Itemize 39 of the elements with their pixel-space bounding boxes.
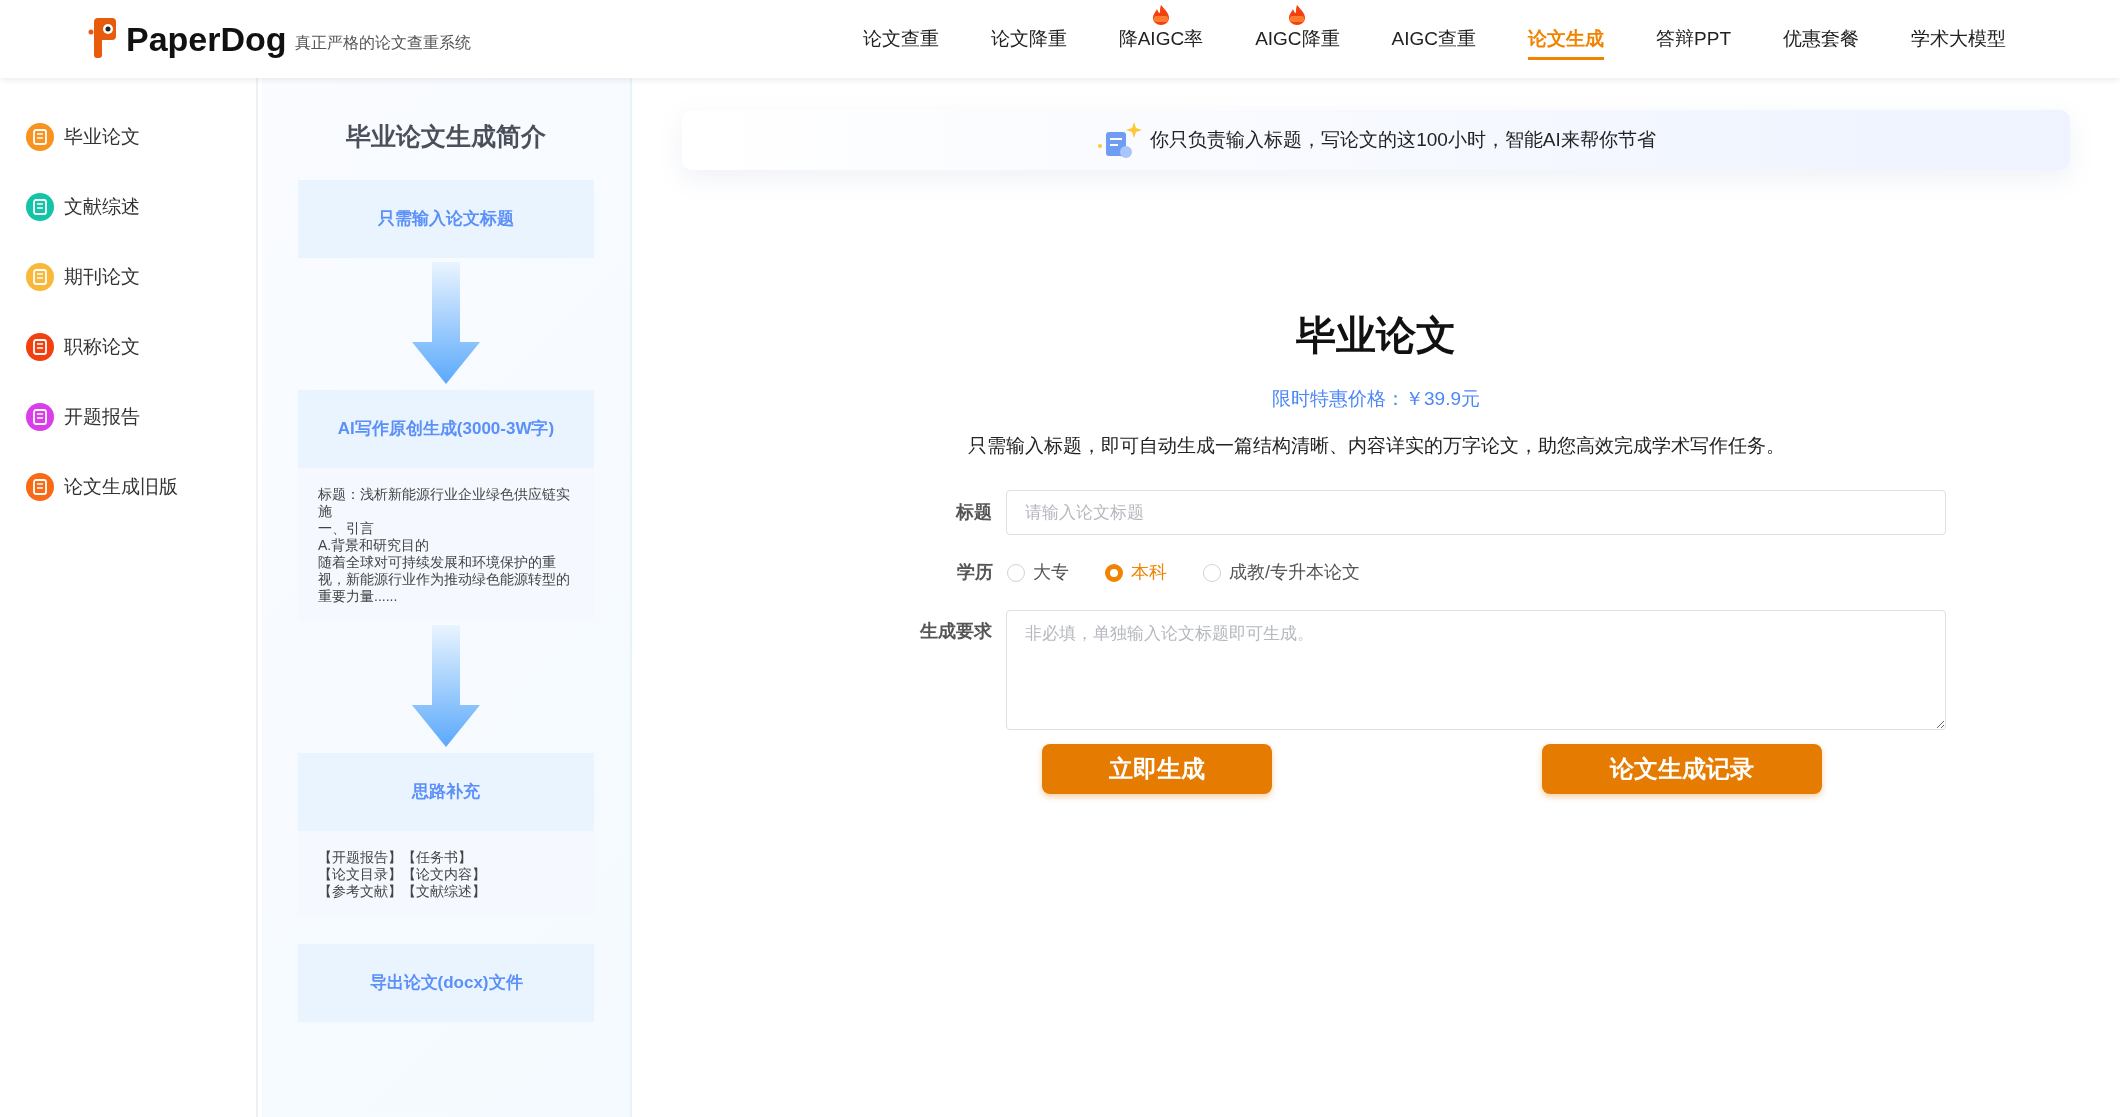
document-icon xyxy=(26,473,54,501)
sidebar-item[interactable]: 论文生成旧版 xyxy=(0,452,178,522)
sidebar-item[interactable]: 开题报告 xyxy=(0,382,140,452)
nav-item[interactable]: 学术大模型 xyxy=(1885,0,2032,78)
description: 只需输入标题，即可自动生成一篇结构清晰、内容详实的万字论文，助您高效完成学术写作任务。 xyxy=(967,433,1785,458)
nav-item[interactable]: 优惠套餐 xyxy=(1757,0,1885,78)
step-title: 思路补充 xyxy=(298,752,594,831)
document-icon xyxy=(26,403,54,431)
document-icon xyxy=(26,123,54,151)
nav-item[interactable]: AIGC查重 xyxy=(1365,0,1503,78)
radio-option[interactable]: 大专 xyxy=(1007,559,1069,586)
sidebar-item[interactable]: 毕业论文 xyxy=(0,102,140,172)
field-label: 标题 xyxy=(954,501,994,524)
nav-item[interactable]: AIGC降重 xyxy=(1229,0,1366,78)
document-icon xyxy=(26,193,54,221)
nav-item[interactable]: 降AIGC率 xyxy=(1092,0,1230,78)
logo-text: PaperDog xyxy=(126,18,287,60)
nav-item[interactable]: 论文降重 xyxy=(964,0,1093,78)
panel-title: 毕业论文生成简介 xyxy=(345,121,547,152)
sidebar-item[interactable]: 文献综述 xyxy=(0,172,140,242)
tagline: 真正严格的论文查重系统 xyxy=(294,33,471,53)
step-title: 导出论文(docx)文件 xyxy=(298,943,594,1022)
radio-option[interactable]: 成教/专升本论文 xyxy=(1203,559,1360,586)
step-title: 只需输入论文标题 xyxy=(298,179,594,258)
title-input[interactable]: 请输入论文标题 xyxy=(1006,490,1946,535)
document-sparkle-icon xyxy=(1096,120,1143,160)
requirements-textarea[interactable]: 非必填，单独输入论文标题即可生成。 xyxy=(1006,610,1946,730)
field-label: 学历 xyxy=(956,561,994,584)
nav-item[interactable]: 答辩PPT xyxy=(1630,0,1757,78)
banner-text: 你只负责输入标题，写论文的这100小时，智能AI来帮你节省 xyxy=(1150,127,1656,152)
document-icon xyxy=(26,333,54,361)
sidebar-item[interactable]: 期刊论文 xyxy=(0,242,140,312)
sidebar-item[interactable]: 职称论文 xyxy=(0,312,140,382)
page-title: 毕业论文 xyxy=(1296,312,1456,359)
step-title: AI写作原创生成(3000-3W字) xyxy=(298,389,594,468)
document-icon xyxy=(26,263,54,291)
nav-item[interactable]: 论文查重 xyxy=(836,0,965,78)
price-text: 限时特惠价格：￥39.9元 xyxy=(1272,387,1480,411)
field-label: 生成要求 xyxy=(919,620,994,643)
